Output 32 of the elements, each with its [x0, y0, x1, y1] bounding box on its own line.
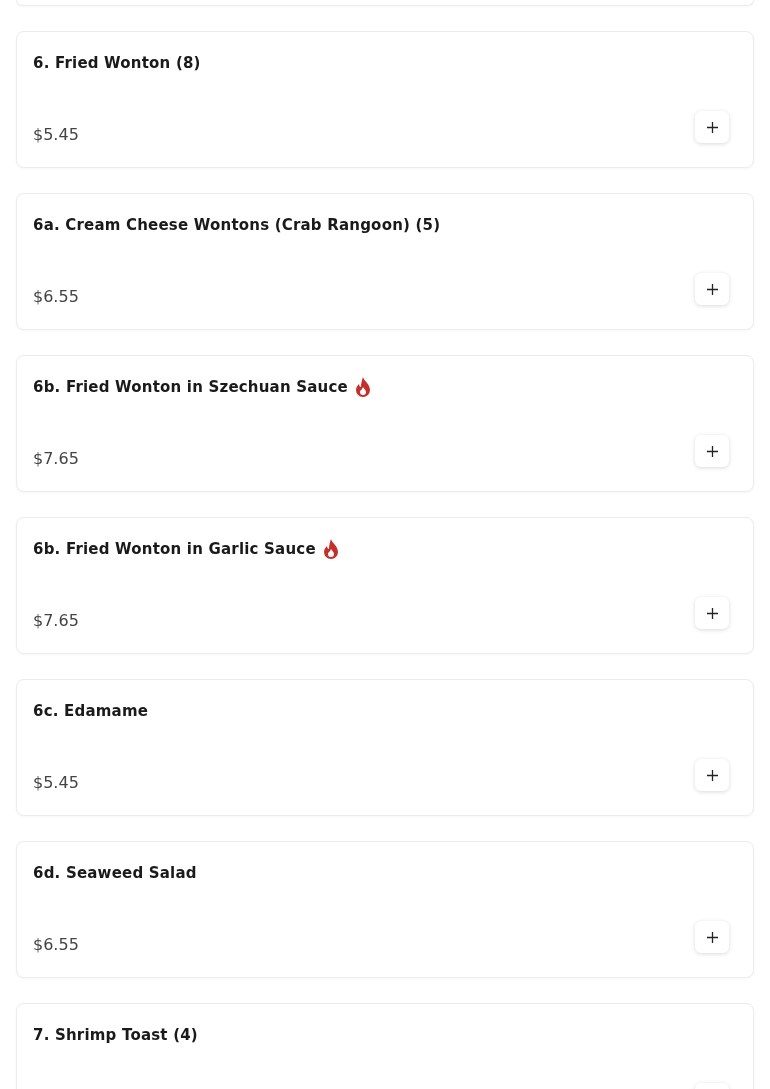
item-name: 7. Shrimp Toast (4) — [33, 1025, 198, 1046]
item-price: $6.55 — [33, 286, 79, 308]
item-name: 6c. Edamame — [33, 701, 149, 722]
item-name: 6b. Fried Wonton in Szechuan Sauce — [33, 377, 348, 398]
add-button[interactable] — [695, 921, 729, 953]
menu-item-card[interactable]: 6a. Cream Cheese Wontons (Crab Rangoon) (5) $6.55 — [16, 193, 754, 330]
item-name: 6d. Seaweed Salad — [33, 863, 197, 884]
add-button[interactable] — [695, 111, 729, 143]
menu-item-card[interactable]: 6b. Fried Wonton in Szechuan Sauce $7.65 — [16, 355, 754, 492]
add-button[interactable] — [695, 435, 729, 467]
item-name: 6b. Fried Wonton in Garlic Sauce — [33, 539, 316, 560]
plus-icon — [706, 121, 718, 133]
menu-item-card[interactable]: 6d. Seaweed Salad $6.55 — [16, 841, 754, 978]
plus-icon — [706, 283, 718, 295]
add-button[interactable] — [695, 273, 729, 305]
item-name: 6. Fried Wonton (8) — [33, 53, 201, 74]
item-price: $5.45 — [33, 772, 79, 794]
menu-item-card[interactable]: 6c. Edamame $5.45 — [16, 679, 754, 816]
menu-item-card[interactable]: 7. Shrimp Toast (4) — [16, 1003, 754, 1089]
menu-item-card[interactable]: 6. Fried Wonton (8) $5.45 — [16, 31, 754, 168]
menu-item-card[interactable]: 6b. Fried Wonton in Garlic Sauce $7.65 — [16, 517, 754, 654]
item-name: 6a. Cream Cheese Wontons (Crab Rangoon) (5) — [33, 215, 441, 236]
add-button[interactable] — [695, 597, 729, 629]
item-price: $7.65 — [33, 448, 79, 470]
item-price: $7.65 — [33, 610, 79, 632]
plus-icon — [706, 445, 718, 457]
plus-icon — [706, 769, 718, 781]
item-price: $6.55 — [33, 934, 79, 956]
item-price: $5.45 — [33, 124, 79, 146]
plus-icon — [706, 607, 718, 619]
add-button[interactable] — [695, 759, 729, 791]
plus-icon — [706, 931, 718, 943]
